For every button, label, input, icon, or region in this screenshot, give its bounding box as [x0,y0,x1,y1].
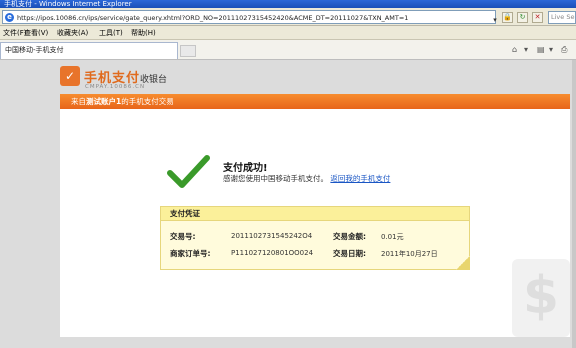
date-label: 交易日期: [333,249,366,258]
feeds-dropdown-icon[interactable]: ▾ [549,44,553,56]
success-title: 支付成功! [223,163,268,174]
cashier-label: 收银台 [140,75,168,85]
menu-file[interactable]: 文件(F) [3,26,27,40]
home-dropdown-icon[interactable]: ▾ [524,44,528,56]
checkmark-icon [167,155,210,188]
page-curl-decoration [456,256,470,270]
menu-tools[interactable]: 工具(T) [99,26,123,40]
new-tab-button[interactable] [180,45,196,57]
dollar-watermark-icon: $ [512,259,570,337]
vertical-scrollbar[interactable] [572,60,576,348]
logo-subtitle: CMPAY.10086.CN [85,84,146,90]
order-no-value: P111027120801OO024 [231,249,314,257]
order-no-label: 商家订单号: [170,249,211,258]
transaction-header-bar: 来自测试账户1的手机支付交易 [60,94,570,109]
brand-logo: ✓ 手机支付 CMPAY.10086.CN 收银台 [60,66,260,96]
trade-no-label: 交易号: [170,232,196,241]
trade-no-value: 2011102731545242O4 [231,232,313,240]
lock-icon[interactable]: 🔒 [502,12,513,23]
menu-bar: 文件(F) 查看(V) 收藏夹(A) 工具(T) 帮助(H) [0,26,576,40]
menu-view[interactable]: 查看(V) [24,26,48,40]
address-field[interactable]: e https://ipos.10086.cn/ips/service/gate… [2,10,499,24]
tab-active[interactable]: 中国移动-手机支付 [0,42,178,59]
print-icon[interactable]: ⎙ [561,44,567,56]
voucher-title: 支付凭证 [161,207,469,221]
success-message: 感谢您使用中国移动手机支付。 返回我的手机支付 [223,173,390,184]
amount-label: 交易金额: [333,232,366,241]
success-message-text: 感谢您使用中国移动手机支付。 [223,174,328,183]
menu-favorites[interactable]: 收藏夹(A) [57,26,88,40]
search-input[interactable]: Live Se [548,11,576,24]
stop-icon[interactable]: ✕ [532,12,543,23]
ie-page-icon: e [5,13,14,22]
feeds-icon[interactable]: ▤ [537,44,545,56]
header-prefix: 来自 [71,97,86,106]
header-suffix: 的手机支付交易 [121,97,174,106]
header-account: 测试账户1 [86,97,122,106]
tab-bar: 中国移动-手机支付 ⌂ ▾ ▤ ▾ ⎙ [0,40,576,60]
dropdown-arrow-icon[interactable]: ▾ [491,16,499,24]
menu-help[interactable]: 帮助(H) [131,26,156,40]
refresh-icon[interactable]: ↻ [517,12,528,23]
url-text[interactable]: https://ipos.10086.cn/ips/service/gate_q… [17,13,495,23]
date-value: 2011年10月27日 [381,250,438,258]
home-icon[interactable]: ⌂ [512,44,517,56]
payment-voucher: 支付凭证 交易号: 2011102731545242O4 交易金额: 0.01元… [160,206,470,270]
amount-value: 0.01元 [381,233,404,241]
result-panel: 支付成功! 感谢您使用中国移动手机支付。 返回我的手机支付 支付凭证 交易号: … [60,109,570,337]
address-toolbar: e https://ipos.10086.cn/ips/service/gate… [0,8,576,26]
page-content: ✓ 手机支付 CMPAY.10086.CN 收银台 来自测试账户1的手机支付交易… [0,60,576,348]
return-link[interactable]: 返回我的手机支付 [330,174,390,183]
window-titlebar: 手机支付 - Windows Internet Explorer [0,0,576,8]
cmpay-logo-icon: ✓ [60,66,80,86]
